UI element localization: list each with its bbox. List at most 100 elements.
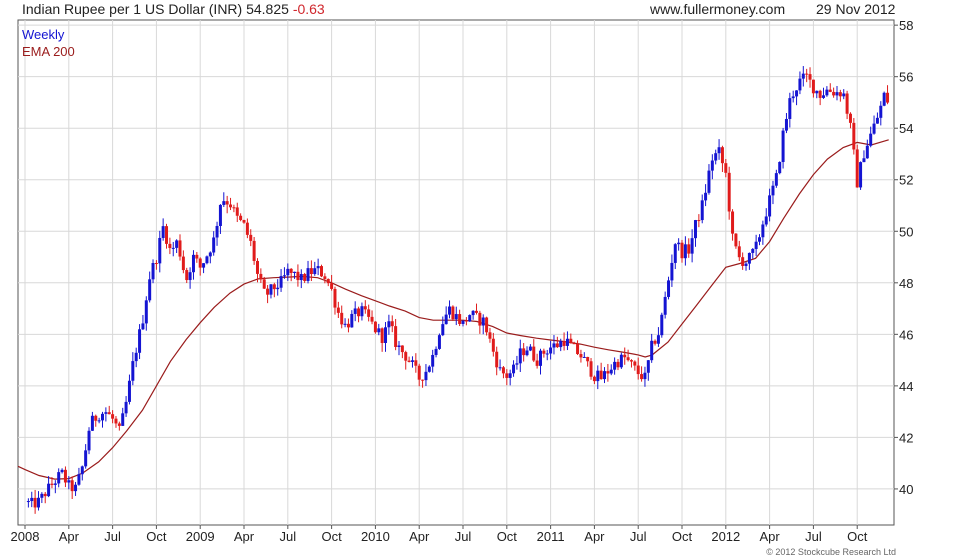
candle-body [323, 276, 327, 279]
candle-body [623, 354, 627, 358]
candle-body [481, 317, 485, 326]
candle-body [239, 215, 243, 221]
candle-body [808, 74, 812, 80]
candle-body [208, 252, 212, 257]
candle-body [650, 340, 654, 361]
candle-body [377, 328, 381, 333]
y-axis: 40 42 44 46 48 50 52 54 56 58 [894, 18, 913, 497]
candle-body [882, 92, 886, 106]
candle-body [771, 185, 775, 196]
candle-body [822, 95, 826, 98]
candle-body [751, 248, 755, 253]
candle-body [653, 340, 657, 344]
x-tick-label: Oct [847, 529, 868, 544]
candle-body [640, 374, 644, 380]
candle-body [276, 287, 280, 290]
candle-body [832, 91, 836, 96]
candle-body [249, 234, 253, 241]
candle-body [441, 324, 445, 336]
candle-body [599, 370, 603, 380]
candle-body [161, 226, 165, 238]
y-tick-label: 52 [899, 173, 913, 188]
candle-body [424, 371, 428, 381]
candle-body [410, 360, 414, 362]
candle-body [508, 373, 512, 378]
candle-body [279, 276, 283, 288]
candle-body [515, 363, 519, 365]
candle-body [293, 271, 297, 273]
candle-body [747, 252, 751, 264]
candle-body [835, 92, 839, 96]
candle-body [235, 207, 239, 216]
candle-body [306, 268, 310, 281]
y-tick-label: 50 [899, 224, 913, 239]
candle-body [134, 352, 138, 362]
y-tick-label: 54 [899, 121, 913, 136]
candle-body [491, 338, 495, 352]
candle-body [80, 466, 84, 475]
candle-body [444, 314, 448, 325]
candle-body [478, 312, 482, 326]
candle-body [232, 207, 236, 209]
candle-body [586, 356, 590, 362]
candle-body [353, 308, 357, 314]
candle-body [741, 257, 745, 266]
candle-body [825, 89, 829, 96]
x-tick-label: 2012 [711, 529, 740, 544]
candle-body [326, 278, 330, 284]
candle-body [394, 326, 398, 347]
candle-body [188, 272, 192, 281]
candle-body [384, 327, 388, 344]
candle-body [370, 316, 374, 322]
candle-body [43, 493, 47, 497]
candle-body [845, 93, 849, 114]
candle-body [36, 497, 40, 508]
candle-body [212, 237, 216, 253]
x-tick-label: Jul [805, 529, 822, 544]
candle-body [289, 268, 293, 273]
legend-weekly: Weekly [22, 27, 65, 42]
candle-body [700, 200, 704, 221]
candle-body [104, 412, 108, 414]
candle-body [704, 192, 708, 201]
candle-body [269, 284, 273, 295]
candle-body [70, 480, 74, 492]
candle-body [512, 364, 516, 374]
candle-body [141, 323, 145, 330]
candle-body [121, 413, 125, 426]
candle-body [633, 361, 637, 366]
candle-body [720, 147, 724, 164]
candle-body [255, 260, 259, 274]
candle-body [559, 341, 563, 348]
candle-body [94, 415, 98, 421]
candle-body [151, 263, 155, 280]
candle-body [380, 328, 384, 344]
candle-body [286, 268, 290, 276]
candle-body [165, 226, 169, 244]
candle-body [714, 153, 718, 161]
candle-body [148, 279, 152, 301]
copyright: © 2012 Stockcube Research Ltd [766, 547, 896, 557]
x-tick-label: Oct [672, 529, 693, 544]
candle-body [616, 361, 620, 368]
candle-body [360, 306, 364, 317]
candle-body [690, 238, 694, 254]
candle-body [579, 354, 583, 358]
candle-body [663, 296, 667, 315]
candle-body [63, 469, 67, 483]
candle-body [474, 310, 478, 313]
candle-body [555, 343, 559, 348]
candle-body [296, 271, 300, 281]
candle-body [693, 220, 697, 239]
candle-body [185, 270, 189, 281]
candle-body [222, 201, 226, 205]
candle-body [518, 348, 522, 364]
candle-body [784, 118, 788, 131]
candle-body [528, 346, 532, 351]
candle-body [127, 380, 131, 402]
candle-body [346, 323, 350, 328]
candle-body [97, 420, 101, 422]
x-tick-label: Oct [497, 529, 518, 544]
candle-body [357, 308, 361, 317]
candle-body [90, 415, 94, 431]
